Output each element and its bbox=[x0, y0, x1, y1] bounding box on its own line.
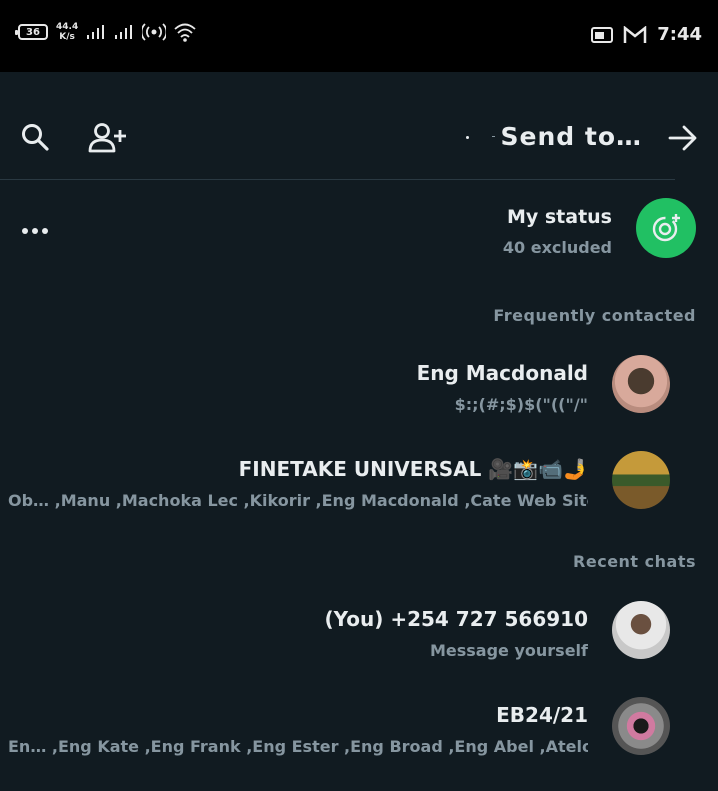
add-contact-icon bbox=[88, 123, 126, 153]
more-dot bbox=[32, 228, 38, 234]
chat-subtitle: Ob… ,Manu ,Machoka Lec ,Kikorir ,Eng Mac… bbox=[8, 491, 588, 510]
search-icon bbox=[22, 124, 49, 151]
add-contact-button[interactable] bbox=[88, 122, 128, 154]
my-status-label: My status bbox=[506, 206, 612, 228]
section-recent-chats: Recent chats bbox=[573, 552, 696, 571]
net-speed: 44.4 K/s bbox=[56, 22, 78, 42]
chat-name: FINETAKE UNIVERSAL 🎥📸📹🤳 bbox=[238, 457, 588, 481]
battery-level: 36 bbox=[26, 26, 40, 38]
hotspot-icon bbox=[142, 23, 167, 41]
avatar bbox=[612, 451, 670, 509]
search-button[interactable] bbox=[20, 122, 50, 152]
section-frequently-contacted: Frequently contacted bbox=[493, 306, 696, 325]
chat-subtitle: $:;(#;$)$("(("/" bbox=[454, 395, 588, 414]
wifi-icon bbox=[174, 23, 196, 42]
status-avatar[interactable] bbox=[636, 198, 696, 258]
avatar bbox=[612, 697, 670, 755]
clock: 7:44 bbox=[657, 24, 702, 45]
more-dot bbox=[22, 228, 28, 234]
signal-icon bbox=[87, 25, 105, 39]
chat-row[interactable]: EB24/21 En… ,Eng Kate ,Eng Frank ,Eng Es… bbox=[0, 697, 718, 787]
avatar bbox=[612, 601, 670, 659]
chat-name: Eng Macdonald bbox=[416, 361, 588, 385]
status-left-group: 36 44.4 K/s bbox=[15, 22, 196, 42]
decorative-dot bbox=[466, 136, 469, 139]
chat-subtitle: En… ,Eng Kate ,Eng Frank ,Eng Ester ,Eng… bbox=[8, 737, 588, 756]
arrow-right-icon bbox=[668, 125, 697, 151]
chat-row[interactable]: (You) +254 727 566910 Message yourself bbox=[0, 601, 718, 691]
signal-icon bbox=[115, 25, 133, 39]
chat-row[interactable]: Eng Macdonald $:;(#;$)$("(("/" bbox=[0, 355, 718, 445]
my-status-subtitle: 40 excluded bbox=[502, 238, 612, 257]
status-right-group: 7:44 bbox=[591, 24, 702, 45]
chat-row[interactable]: FINETAKE UNIVERSAL 🎥📸📹🤳 Ob… ,Manu ,Macho… bbox=[0, 451, 718, 541]
chat-name: EB24/21 bbox=[496, 703, 588, 727]
send-to-header: Send to… bbox=[0, 96, 718, 180]
cast-icon bbox=[591, 26, 614, 43]
more-dot bbox=[42, 228, 48, 234]
gmail-icon bbox=[623, 25, 647, 43]
battery-icon: 36 bbox=[15, 24, 48, 40]
net-speed-unit: K/s bbox=[59, 32, 75, 42]
chat-name: (You) +254 727 566910 bbox=[324, 607, 588, 631]
net-speed-value: 44.4 bbox=[56, 22, 79, 32]
header-divider bbox=[0, 179, 675, 180]
my-status-row[interactable]: My status 40 excluded bbox=[0, 190, 718, 270]
status-ring-icon bbox=[652, 214, 680, 242]
avatar bbox=[612, 355, 670, 413]
more-options-button[interactable] bbox=[22, 228, 48, 234]
page-title: Send to… bbox=[500, 122, 642, 151]
decorative-dash bbox=[492, 136, 495, 137]
chat-subtitle: Message yourself bbox=[429, 641, 588, 660]
proceed-button[interactable] bbox=[668, 124, 698, 152]
system-status-bar: 36 44.4 K/s 7:44 bbox=[0, 0, 718, 72]
